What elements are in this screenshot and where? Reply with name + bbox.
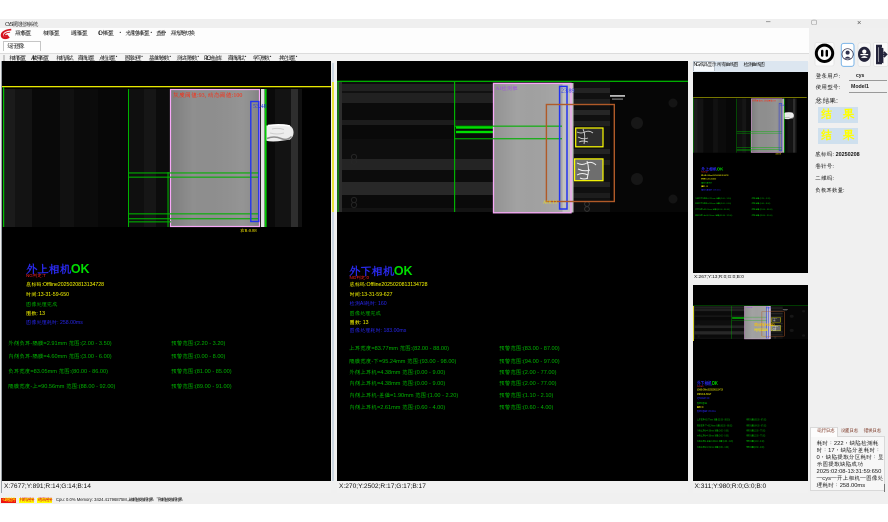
svg-text:灰度阈值:93, 动态阈值:100: 灰度阈值:93, 动态阈值:100 (172, 91, 242, 99)
svg-text:23.89: 23.89 (561, 87, 575, 95)
svg-text:右R:0.88: 右R:0.88 (774, 154, 781, 156)
svg-text:53.48: 53.48 (779, 104, 784, 107)
svg-text:53.48: 53.48 (253, 102, 267, 110)
svg-text:AI:0.13: AI:0.13 (543, 200, 558, 206)
svg-text:右R:0.88: 右R:0.88 (240, 228, 257, 234)
svg-text:灰度阈值:93, 动态阈值:100: 灰度阈值:93, 动态阈值:100 (752, 99, 777, 103)
svg-text:AI检测框: AI检测框 (496, 84, 519, 92)
